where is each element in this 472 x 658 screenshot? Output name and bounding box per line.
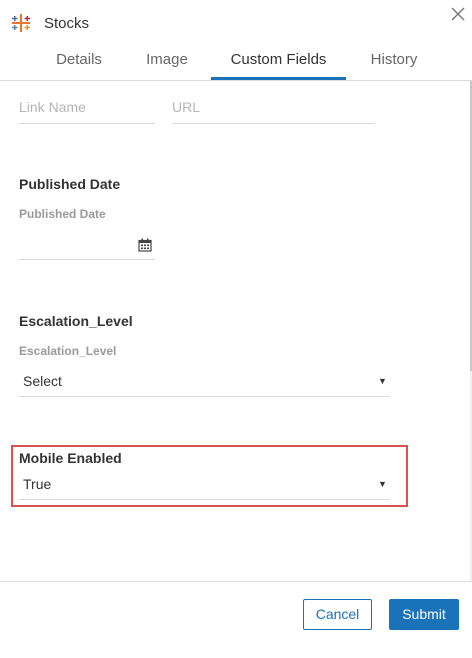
- published-date-title: Published Date: [19, 176, 121, 192]
- tableau-logo-icon: [12, 14, 30, 32]
- chevron-down-icon[interactable]: ▼: [378, 479, 387, 489]
- cancel-button[interactable]: Cancel: [303, 599, 372, 630]
- url-input[interactable]: URL: [172, 99, 200, 115]
- escalation-level-underline: [19, 396, 390, 397]
- link-name-underline: [19, 123, 155, 124]
- mobile-enabled-title: Mobile Enabled: [19, 450, 122, 466]
- tab-image[interactable]: Image: [138, 40, 196, 80]
- tab-details[interactable]: Details: [47, 40, 111, 80]
- mobile-enabled-underline: [19, 499, 390, 500]
- escalation-level-label: Escalation_Level: [19, 344, 117, 358]
- tab-bar: Details Image Custom Fields History: [0, 40, 472, 80]
- published-date-underline: [19, 259, 155, 260]
- chevron-down-icon[interactable]: ▼: [378, 376, 387, 386]
- submit-button[interactable]: Submit: [389, 599, 459, 630]
- close-icon[interactable]: [448, 4, 468, 24]
- mobile-enabled-select[interactable]: True: [23, 476, 51, 492]
- published-date-label: Published Date: [19, 207, 106, 221]
- escalation-level-select[interactable]: Select: [23, 373, 62, 389]
- tab-custom-fields[interactable]: Custom Fields: [211, 40, 346, 80]
- link-name-input[interactable]: Link Name: [19, 99, 86, 115]
- tab-history[interactable]: History: [360, 40, 428, 80]
- escalation-level-title: Escalation_Level: [19, 313, 133, 329]
- url-underline: [172, 123, 375, 124]
- calendar-icon[interactable]: [138, 238, 152, 252]
- dialog-header: Stocks Details Image Custom Fields Histo…: [0, 0, 472, 81]
- active-tab-indicator: [211, 77, 346, 80]
- app-title: Stocks: [44, 15, 90, 32]
